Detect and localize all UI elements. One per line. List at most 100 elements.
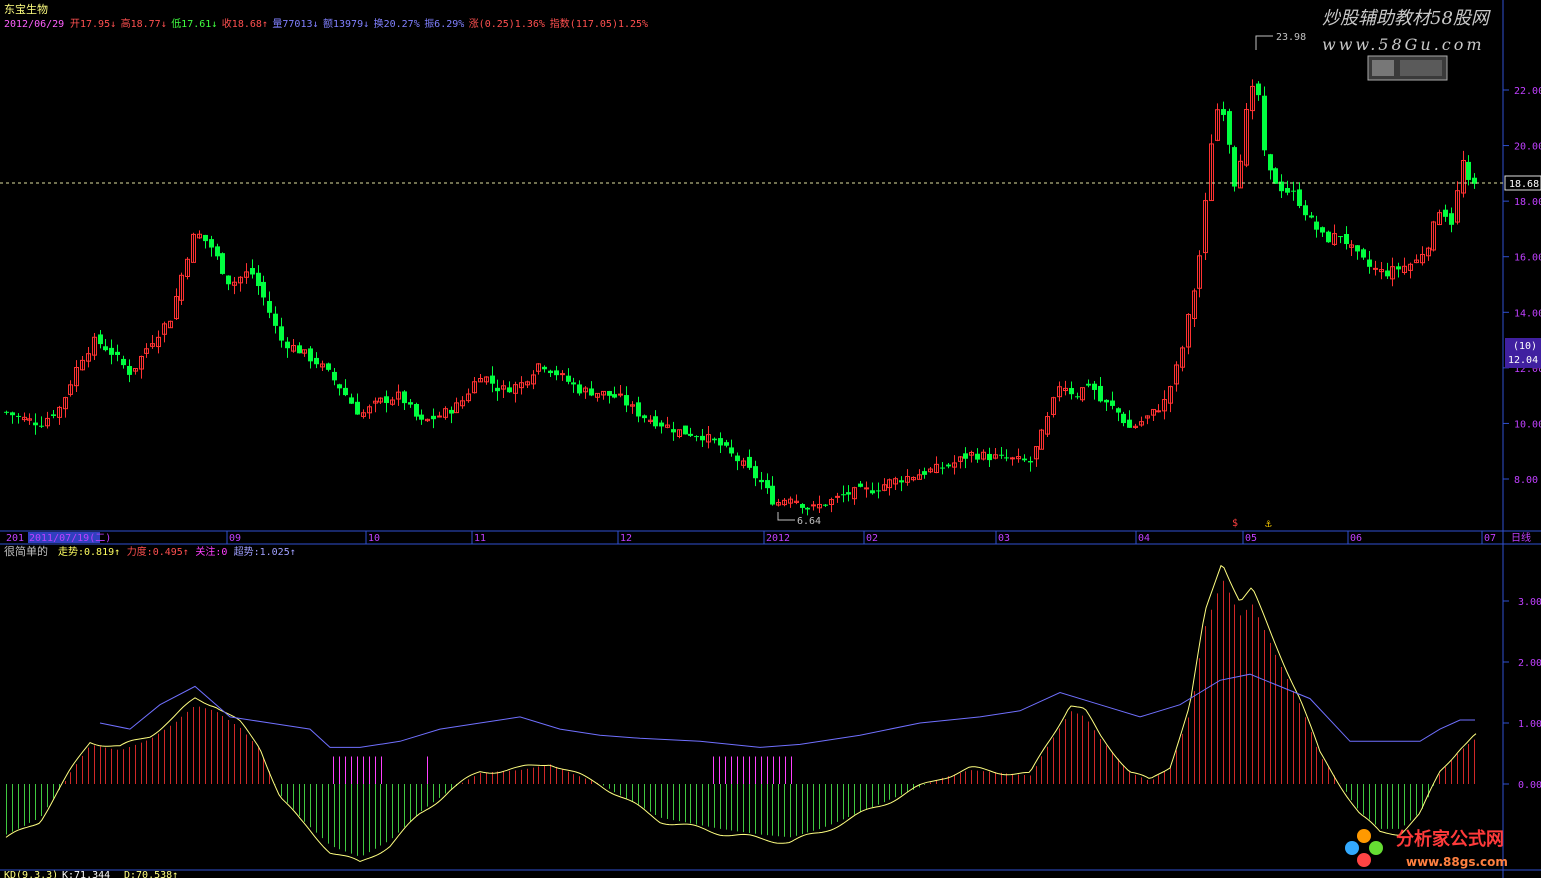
candle-body [39,425,44,427]
candle-body [297,345,302,354]
stock-chart[interactable]: 东宝生物 2012/06/29 开17.95↓ 高18.77↓ 低17.61↓ 收18… [0,0,1541,878]
stat-6: 换20.27% [374,17,420,30]
stat-0: 开17.95↓ [70,19,116,30]
candle-body [431,415,436,420]
candle-body [694,436,699,438]
candle-body [449,409,454,414]
candle-body [226,275,231,285]
candle-body [718,438,723,446]
candle-body [700,435,705,441]
candle-body [1110,400,1115,406]
quote-stats: 开17.95↓ 高18.77↓ 低17.61↓ 收18.68↑ 量77013↓ 额1397… [70,17,648,30]
candle-body [1104,399,1109,403]
candle-body [98,334,103,345]
price-tick: 8.00 [1514,475,1538,486]
candle-body [261,281,266,298]
indicator-tick: 2.00 [1518,658,1541,669]
price-tick: 22.00 [1514,86,1541,97]
candle-body [735,455,740,462]
indicator-item: 关注:0 [195,545,227,558]
candle-body [1098,385,1103,402]
indicator-legend: 走势:0.819↑ 力度:0.495↑ 关注:0 超势:1.025↑ [58,545,296,558]
signal-s-icon: $ [1232,518,1238,529]
stat-8: 涨(0.25)1.36% [469,18,545,30]
month-label: 09 [229,533,241,544]
candle-body [490,375,495,384]
candle-body [841,494,846,496]
candle-body [308,348,313,362]
candle-body [724,442,729,446]
candle-body [671,429,676,433]
watermark-bottom-title: 分析家公式网 [1396,828,1504,850]
indicator-name: 很简单的 [4,544,48,558]
candle-body [618,393,623,396]
candle-body [1449,213,1454,225]
candle-body [51,414,56,416]
candle-body [823,504,828,506]
candle-body [846,492,851,495]
candle-body [1116,408,1121,413]
candle-body [542,366,547,370]
candle-body [1320,227,1325,233]
month-label: 07 [1484,533,1496,544]
svg-text:12.04: 12.04 [1508,355,1538,366]
low-label: 6.64 [797,516,821,527]
price-tick: 20.00 [1514,142,1541,153]
candle-body [729,447,734,454]
candle-body [747,456,752,468]
candle-body [1385,270,1390,277]
watermark-photo [1367,55,1448,81]
candle-body [571,382,576,385]
candle-body [805,507,810,510]
stat-9: 指数(117.05)1.25% [550,17,648,30]
candle-body [864,487,869,490]
watermark-title: 炒股辅助教材58股网 [1322,8,1491,29]
candle-body [653,416,658,427]
candle-body [636,402,641,417]
candle-body [577,384,582,394]
date-axis: 201 2011/07/19(二) 日线 09 10 11 12 2012 02 03 04 0… [6,531,1531,544]
candle-body [408,402,413,405]
candle-body [109,347,114,355]
candle-body [326,363,331,370]
candle-body [103,346,108,351]
price-tick: 18.00 [1514,197,1541,208]
candle-body [256,272,261,287]
candle-body [1303,205,1308,216]
candle-body [946,464,951,467]
candle-body [1075,396,1080,398]
month-label: 02 [866,533,878,544]
candle-body [1466,161,1471,180]
low-pointer [777,512,795,521]
stat-1: 高18.77↓ [121,17,167,30]
stat-3: 收18.68↑ [222,17,268,30]
candle-body [800,504,805,508]
month-label: 03 [998,533,1010,544]
candle-body [940,467,945,469]
candle-body [612,394,617,398]
indicator-axis: 3.00 2.00 1.00 0.00 [1503,597,1541,791]
candle-body [127,365,132,375]
candle-body [1086,383,1091,386]
watermark-bottom-url: www.88gs.com [1406,855,1508,869]
candle-body [1227,111,1232,145]
logo-icon [1345,829,1383,867]
candle-body [4,411,9,413]
month-label: 10 [368,533,380,544]
month-label: 11 [474,533,486,544]
candle-body [1127,419,1132,428]
candlesticks [4,79,1477,516]
candle-body [642,415,647,419]
candle-body [1121,413,1126,424]
watermark-url: www.58Gu.com [1322,35,1485,54]
candle-body [683,425,688,435]
price-tick: 10.00 [1514,419,1541,430]
high-pointer [1255,35,1273,50]
candle-body [285,341,290,349]
indicator-lines [5,564,1477,863]
candle-body [1361,249,1366,258]
candle-body [250,268,255,275]
candle-body [1232,147,1237,187]
candle-body [1326,231,1331,243]
candle-body [1309,215,1314,218]
